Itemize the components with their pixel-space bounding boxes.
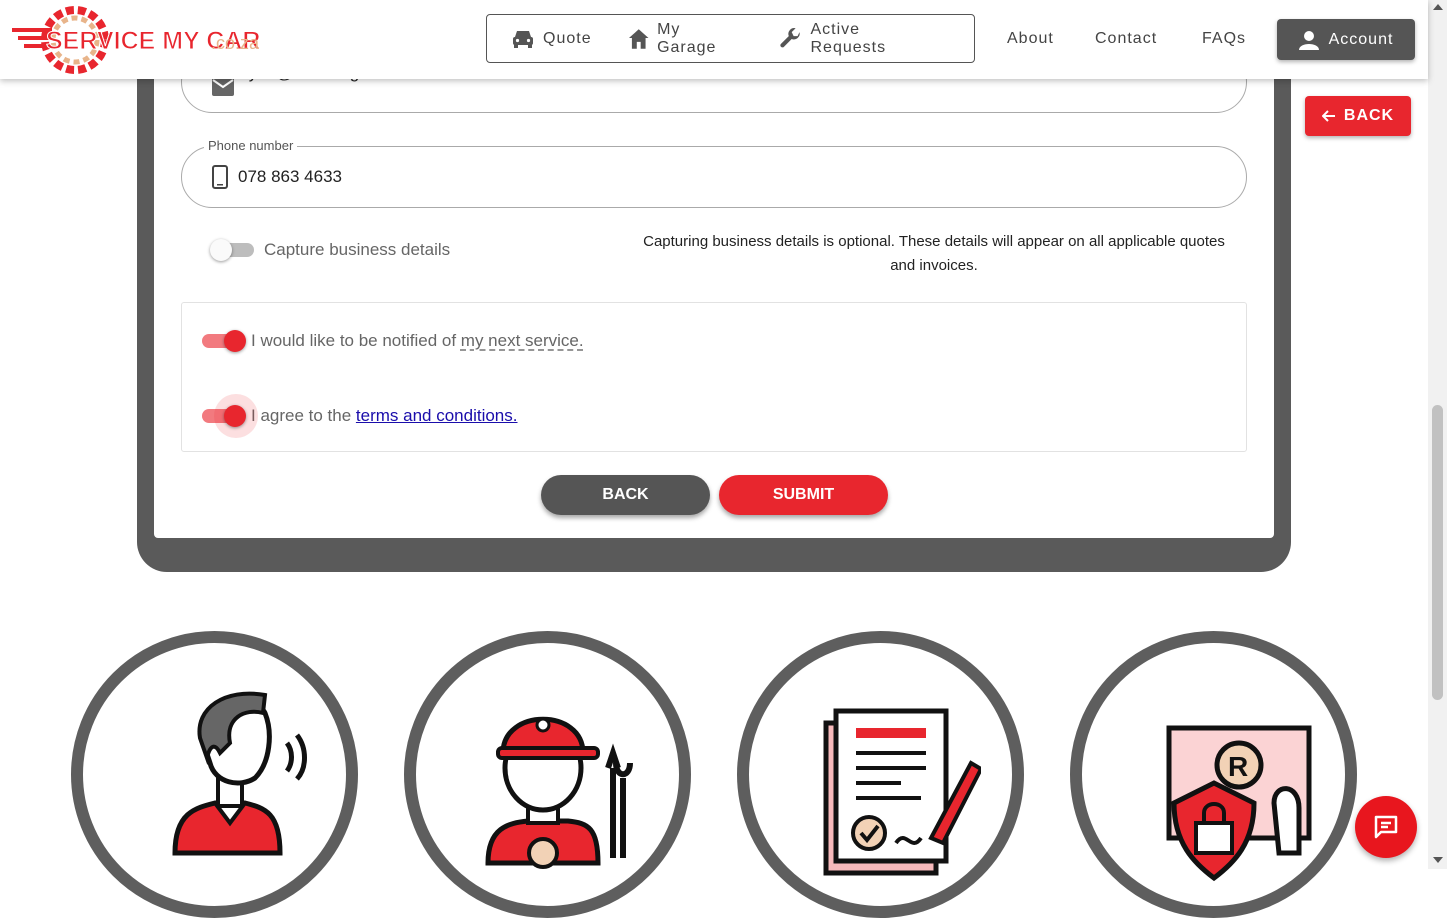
nav-quote-label: Quote xyxy=(543,29,592,47)
scroll-up-arrow[interactable] xyxy=(1433,4,1443,10)
arrow-left-icon xyxy=(1321,110,1335,122)
nav-active-requests[interactable]: Active Requests xyxy=(779,21,938,57)
wrench-icon xyxy=(780,27,800,47)
speaking-person-icon xyxy=(171,691,307,856)
scroll-thumb[interactable] xyxy=(1432,405,1443,700)
car-icon xyxy=(513,30,533,48)
notify-text: I would like to be notified of xyxy=(251,331,461,350)
terms-toggle[interactable]: I agree to the terms and conditions. xyxy=(202,394,518,438)
nav-active-requests-label: Active Requests xyxy=(810,20,887,56)
feature-payment: R xyxy=(1070,631,1357,918)
mail-icon xyxy=(212,78,234,96)
scroll-down-arrow[interactable] xyxy=(1433,857,1443,863)
home-icon xyxy=(628,28,649,49)
primary-nav: Quote My Garage Active Requests xyxy=(486,14,975,63)
nav-my-garage[interactable]: My Garage xyxy=(628,21,743,57)
svg-text:R: R xyxy=(1228,751,1248,782)
nav-faqs[interactable]: FAQs xyxy=(1202,30,1246,48)
nav-quote[interactable]: Quote xyxy=(511,28,592,50)
side-back-label: BACK xyxy=(1343,107,1395,124)
next-service-link[interactable]: my next service. xyxy=(461,331,584,350)
phone-value: 078 863 4633 xyxy=(238,167,342,186)
submit-button[interactable]: SUBMIT xyxy=(719,475,888,515)
phone-label: Phone number xyxy=(204,138,298,153)
feature-document xyxy=(737,631,1024,918)
toggle-track[interactable] xyxy=(202,330,246,352)
business-details-toggle[interactable]: Capture business details xyxy=(210,239,451,261)
business-details-note: Capturing business details is optional. … xyxy=(643,233,1225,274)
agree-text: I agree to the xyxy=(251,406,356,425)
nav-contact[interactable]: Contact xyxy=(1095,30,1157,48)
site-header: SERVICE MY CAR .co.za Quote My Garage Ac… xyxy=(0,0,1428,79)
user-icon xyxy=(1298,30,1319,50)
back-button[interactable]: BACK xyxy=(541,475,710,515)
logo-suffix: .co.za xyxy=(211,33,260,53)
terms-link[interactable]: terms and conditions. xyxy=(356,406,518,425)
toggle-track[interactable] xyxy=(202,394,258,438)
nav-my-garage-label: My Garage xyxy=(657,20,717,56)
chat-icon xyxy=(1374,815,1398,839)
account-label: Account xyxy=(1328,30,1394,48)
toggle-track[interactable] xyxy=(210,239,254,261)
mechanic-icon xyxy=(484,716,633,869)
side-back-button[interactable]: BACK xyxy=(1305,96,1411,136)
secure-payment-icon: R xyxy=(1166,725,1311,882)
feature-speak xyxy=(71,631,358,918)
feature-mechanic xyxy=(404,631,691,918)
phone-field[interactable]: Phone number 078 863 4633 xyxy=(181,138,1247,208)
site-logo[interactable]: SERVICE MY CAR .co.za xyxy=(10,4,270,74)
business-details-label: Capture business details xyxy=(264,240,451,259)
nav-about[interactable]: About xyxy=(1007,30,1054,48)
chat-button[interactable] xyxy=(1355,796,1417,858)
notify-service-toggle[interactable]: I would like to be notified of my next s… xyxy=(202,330,584,352)
page-scrollbar[interactable] xyxy=(1428,0,1447,869)
account-button[interactable]: Account xyxy=(1277,19,1415,60)
consent-box xyxy=(181,302,1247,452)
signed-document-icon xyxy=(823,708,981,876)
phone-icon xyxy=(212,165,228,189)
